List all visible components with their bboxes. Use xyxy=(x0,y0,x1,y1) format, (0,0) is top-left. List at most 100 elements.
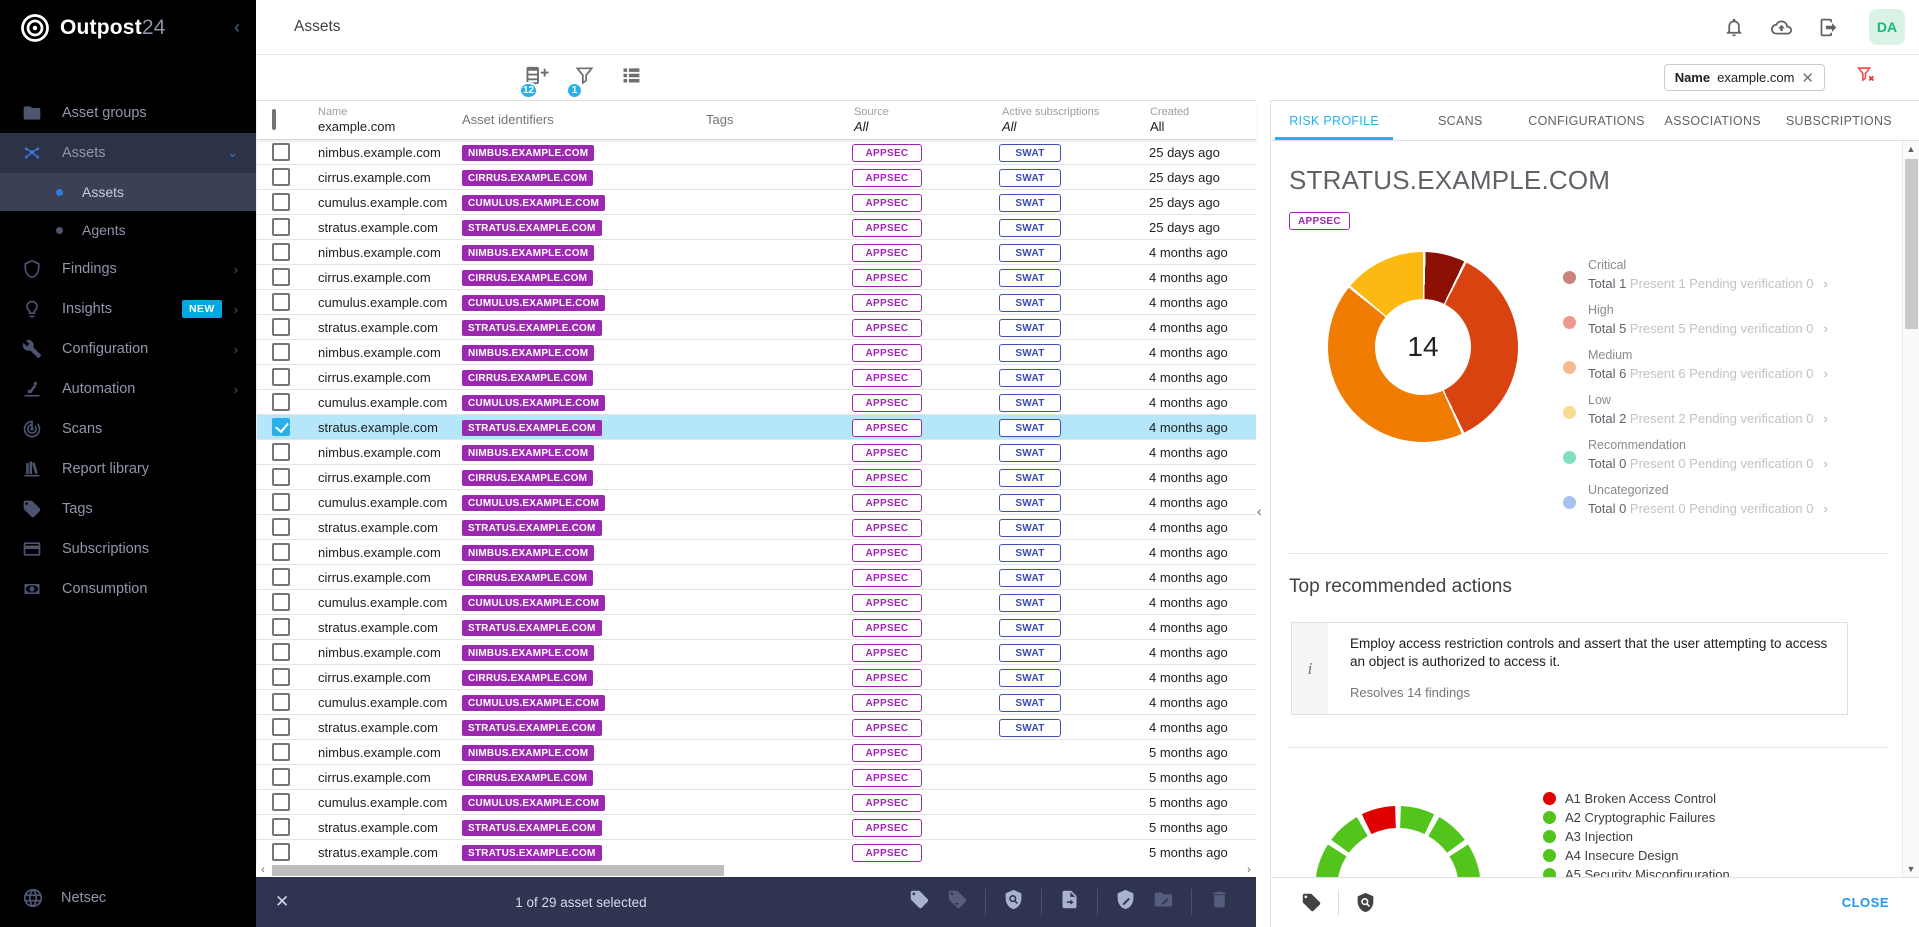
sidebar-item-findings[interactable]: Findings › xyxy=(0,249,256,289)
table-row[interactable]: nimbus.example.comNIMBUS.EXAMPLE.COMAPPS… xyxy=(257,240,1256,265)
shield-search-icon[interactable] xyxy=(1003,889,1024,915)
table-row[interactable]: stratus.example.comSTRATUS.EXAMPLE.COMAP… xyxy=(257,515,1256,540)
filter-button[interactable]: 1 xyxy=(573,64,596,92)
vscroll-thumb[interactable] xyxy=(1905,159,1918,329)
sidebar-item-subscriptions[interactable]: Subscriptions xyxy=(0,529,256,569)
table-row[interactable]: cirrus.example.comCIRRUS.EXAMPLE.COMAPPS… xyxy=(257,465,1256,490)
row-checkbox[interactable] xyxy=(272,693,290,711)
row-checkbox[interactable] xyxy=(272,668,290,686)
row-checkbox[interactable] xyxy=(272,243,290,261)
sidebar-item-automation[interactable]: Automation › xyxy=(0,369,256,409)
chevron-right-icon[interactable]: › xyxy=(1823,456,1827,471)
view-list-button[interactable] xyxy=(620,64,643,92)
table-row[interactable]: stratus.example.comSTRATUS.EXAMPLE.COMAP… xyxy=(257,615,1256,640)
table-row[interactable]: cumulus.example.comCUMULUS.EXAMPLE.COMAP… xyxy=(257,590,1256,615)
tab-configurations[interactable]: CONFIGURATIONS xyxy=(1523,101,1649,140)
row-checkbox[interactable] xyxy=(272,843,290,861)
chevron-right-icon[interactable]: › xyxy=(1823,276,1827,291)
clear-all-filters-button[interactable] xyxy=(1855,64,1877,91)
table-row[interactable]: stratus.example.comSTRATUS.EXAMPLE.COMAP… xyxy=(257,215,1256,240)
table-row[interactable]: stratus.example.comSTRATUS.EXAMPLE.COMAP… xyxy=(257,715,1256,740)
tab-subscriptions[interactable]: SUBSCRIPTIONS xyxy=(1776,101,1902,140)
table-row[interactable]: stratus.example.comSTRATUS.EXAMPLE.COMAP… xyxy=(257,315,1256,340)
row-checkbox[interactable] xyxy=(272,193,290,211)
table-row[interactable]: nimbus.example.comNIMBUS.EXAMPLE.COMAPPS… xyxy=(257,140,1256,165)
remove-filter-icon[interactable]: ✕ xyxy=(1801,69,1814,87)
shield-edit-icon[interactable] xyxy=(1115,889,1136,915)
cloud-upload-icon[interactable] xyxy=(1771,17,1792,38)
column-header-tags[interactable]: Tags xyxy=(697,112,845,128)
table-row[interactable]: nimbus.example.comNIMBUS.EXAMPLE.COMAPPS… xyxy=(257,340,1256,365)
table-row[interactable]: cumulus.example.comCUMULUS.EXAMPLE.COMAP… xyxy=(257,790,1256,815)
notifications-bell-icon[interactable] xyxy=(1724,17,1745,38)
row-checkbox[interactable] xyxy=(272,743,290,761)
logout-icon[interactable] xyxy=(1818,17,1839,38)
sidebar-item-assets[interactable]: Assets ⌄ xyxy=(0,133,256,173)
sidebar-item-asset-groups[interactable]: Asset groups xyxy=(0,93,256,133)
row-checkbox[interactable] xyxy=(272,368,290,386)
row-checkbox[interactable] xyxy=(272,618,290,636)
row-checkbox[interactable] xyxy=(272,568,290,586)
table-row[interactable]: cirrus.example.comCIRRUS.EXAMPLE.COMAPPS… xyxy=(257,265,1256,290)
row-checkbox[interactable] xyxy=(272,143,290,161)
row-checkbox[interactable] xyxy=(272,443,290,461)
row-checkbox[interactable] xyxy=(272,393,290,411)
sidebar-item-scans[interactable]: Scans xyxy=(0,409,256,449)
table-row[interactable]: nimbus.example.comNIMBUS.EXAMPLE.COMAPPS… xyxy=(257,640,1256,665)
clear-selection-icon[interactable]: ✕ xyxy=(275,892,289,912)
column-header-created[interactable]: Created All xyxy=(1141,106,1256,135)
scroll-up-icon[interactable]: ▲ xyxy=(1903,141,1919,157)
panel-collapse-icon[interactable]: ‹ xyxy=(1257,503,1262,519)
row-checkbox[interactable] xyxy=(272,718,290,736)
row-checkbox[interactable] xyxy=(272,268,290,286)
sidebar-subitem-agents[interactable]: Agents xyxy=(0,211,256,249)
user-avatar[interactable]: DA xyxy=(1869,9,1905,45)
table-row[interactable]: cirrus.example.comCIRRUS.EXAMPLE.COMAPPS… xyxy=(257,365,1256,390)
column-header-identifiers[interactable]: Asset identifiers xyxy=(453,112,697,128)
table-row[interactable]: stratus.example.comSTRATUS.EXAMPLE.COMAP… xyxy=(257,415,1256,440)
row-checkbox[interactable] xyxy=(272,518,290,536)
sidebar-subitem-assets[interactable]: Assets xyxy=(0,173,256,211)
table-row[interactable]: cumulus.example.comCUMULUS.EXAMPLE.COMAP… xyxy=(257,390,1256,415)
table-row[interactable]: cumulus.example.comCUMULUS.EXAMPLE.COMAP… xyxy=(257,290,1256,315)
table-row[interactable]: cirrus.example.comCIRRUS.EXAMPLE.COMAPPS… xyxy=(257,165,1256,190)
sidebar-collapse-icon[interactable]: ‹ xyxy=(234,17,240,38)
active-filter-chip[interactable]: Name example.com ✕ xyxy=(1664,64,1825,91)
table-row[interactable]: cumulus.example.comCUMULUS.EXAMPLE.COMAP… xyxy=(257,190,1256,215)
table-row[interactable]: cumulus.example.comCUMULUS.EXAMPLE.COMAP… xyxy=(257,490,1256,515)
tag-icon[interactable] xyxy=(1301,892,1322,913)
table-row[interactable]: nimbus.example.comNIMBUS.EXAMPLE.COMAPPS… xyxy=(257,440,1256,465)
table-row[interactable]: cirrus.example.comCIRRUS.EXAMPLE.COMAPPS… xyxy=(257,565,1256,590)
row-checkbox[interactable] xyxy=(272,493,290,511)
chevron-right-icon[interactable]: › xyxy=(1823,501,1827,516)
row-checkbox[interactable] xyxy=(272,768,290,786)
scroll-right-icon[interactable]: › xyxy=(1242,863,1256,877)
column-header-subscriptions[interactable]: Active subscriptions All xyxy=(993,106,1141,135)
export-report-icon[interactable] xyxy=(1059,889,1080,915)
row-checkbox[interactable] xyxy=(272,293,290,311)
tab-risk-profile[interactable]: RISK PROFILE xyxy=(1271,101,1397,140)
table-row[interactable]: stratus.example.comSTRATUS.EXAMPLE.COMAP… xyxy=(257,815,1256,840)
row-checkbox[interactable] xyxy=(272,343,290,361)
row-checkbox[interactable] xyxy=(272,218,290,236)
sidebar-item-configuration[interactable]: Configuration › xyxy=(0,329,256,369)
chevron-right-icon[interactable]: › xyxy=(1823,366,1827,381)
row-checkbox[interactable] xyxy=(272,543,290,561)
scroll-left-icon[interactable]: ‹ xyxy=(256,863,270,877)
row-checkbox[interactable] xyxy=(272,793,290,811)
row-checkbox[interactable] xyxy=(272,168,290,186)
row-checkbox[interactable] xyxy=(272,468,290,486)
close-panel-button[interactable]: CLOSE xyxy=(1842,895,1889,910)
table-row[interactable]: nimbus.example.comNIMBUS.EXAMPLE.COMAPPS… xyxy=(257,740,1256,765)
row-checkbox[interactable] xyxy=(272,318,290,336)
tab-scans[interactable]: SCANS xyxy=(1397,101,1523,140)
scroll-down-icon[interactable]: ▼ xyxy=(1903,861,1919,877)
hscroll-thumb[interactable] xyxy=(272,865,724,876)
table-row[interactable]: cirrus.example.comCIRRUS.EXAMPLE.COMAPPS… xyxy=(257,665,1256,690)
row-checkbox[interactable] xyxy=(272,643,290,661)
table-row[interactable]: cumulus.example.comCUMULUS.EXAMPLE.COMAP… xyxy=(257,690,1256,715)
sidebar-item-tags[interactable]: Tags xyxy=(0,489,256,529)
shield-search-icon[interactable] xyxy=(1355,892,1376,913)
row-checkbox[interactable] xyxy=(272,818,290,836)
sidebar-item-netsec[interactable]: Netsec xyxy=(0,869,256,927)
